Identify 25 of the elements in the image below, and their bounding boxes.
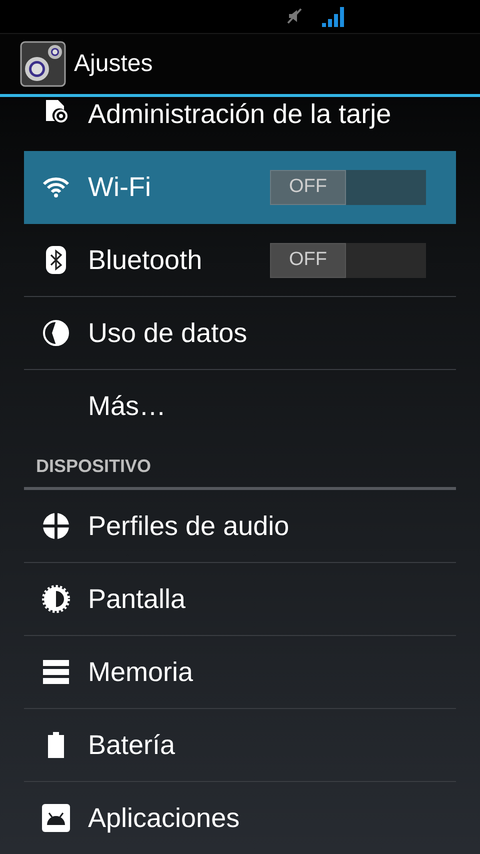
brightness-icon bbox=[41, 584, 71, 614]
settings-item[interactable]: Memoria bbox=[24, 636, 456, 709]
section-header: DISPOSITIVO bbox=[24, 442, 456, 490]
settings-item[interactable]: Perfiles de audio bbox=[24, 490, 456, 563]
settings-item[interactable]: Aplicaciones bbox=[24, 782, 456, 854]
signal-icon bbox=[321, 4, 345, 28]
settings-item[interactable]: Más… bbox=[24, 370, 456, 442]
settings-item[interactable]: Batería bbox=[24, 709, 456, 782]
toggle-switch[interactable]: OFF bbox=[270, 170, 426, 204]
settings-icon[interactable] bbox=[20, 40, 66, 87]
toggle-switch[interactable]: OFF bbox=[270, 242, 426, 278]
settings-item[interactable]: Pantalla bbox=[24, 563, 456, 636]
settings-item[interactable]: Wi-Fi OFF bbox=[24, 151, 456, 224]
battery-icon bbox=[47, 731, 65, 759]
settings-item[interactable]: Administración de la tarje bbox=[24, 97, 456, 151]
sd-card-icon bbox=[44, 99, 68, 123]
screen-title: Ajustes bbox=[74, 50, 153, 78]
bluetooth-icon bbox=[46, 246, 66, 274]
pie-chart-icon bbox=[42, 319, 70, 347]
speaker-grille-icon bbox=[42, 512, 70, 540]
storage-icon bbox=[42, 659, 70, 685]
settings-item[interactable]: Uso de datos bbox=[24, 297, 456, 370]
wifi-icon bbox=[42, 176, 70, 198]
android-icon bbox=[41, 803, 71, 833]
settings-item[interactable]: Bluetooth OFF bbox=[24, 224, 456, 297]
